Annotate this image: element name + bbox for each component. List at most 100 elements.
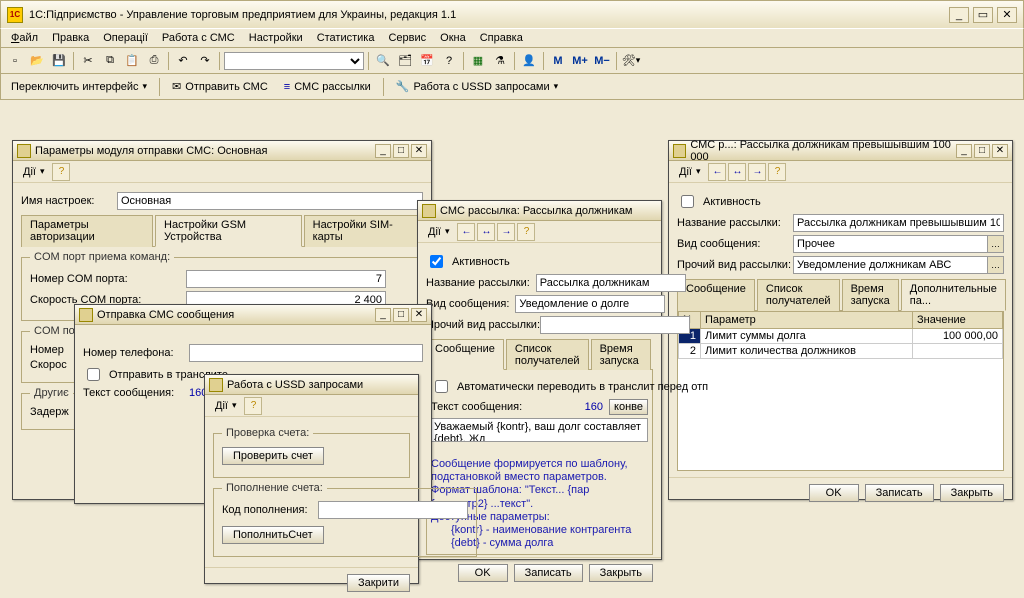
table-row[interactable]: 1Лимит суммы долга100 000,00	[679, 329, 1003, 344]
help-icon[interactable]: ?	[768, 163, 786, 181]
close-button[interactable]: ✕	[997, 7, 1017, 23]
active-checkbox[interactable]	[430, 255, 443, 268]
tab-sim[interactable]: Настройки SIM-карты	[304, 215, 421, 247]
convert-button[interactable]: конве	[609, 399, 648, 415]
copy-icon[interactable]: ⧉	[100, 51, 120, 71]
maximize-button[interactable]: ▭	[973, 7, 993, 23]
help-icon[interactable]: ?	[439, 51, 459, 71]
menu-edit[interactable]: Правка	[46, 30, 95, 46]
undo-icon[interactable]: ↶	[173, 51, 193, 71]
memory-mplus-button[interactable]: M+	[570, 51, 590, 71]
filter-icon[interactable]: ⚗	[490, 51, 510, 71]
menu-help[interactable]: Справка	[474, 30, 529, 46]
message-textarea[interactable]: Уважаемый {kontr}, ваш долг составляет {…	[431, 418, 648, 442]
phone-input[interactable]	[189, 344, 423, 362]
toolbar-combo[interactable]	[224, 52, 364, 70]
menu-operations[interactable]: Операції	[97, 30, 154, 46]
help-icon[interactable]: ?	[517, 223, 535, 241]
topup-button[interactable]: ПополнитьСчет	[222, 526, 324, 544]
find-icon[interactable]: 🔍	[373, 51, 393, 71]
maximize-button[interactable]: □	[974, 144, 990, 158]
type-input[interactable]	[793, 235, 988, 253]
grid-icon[interactable]: ▦	[468, 51, 488, 71]
other-type-input[interactable]	[540, 316, 690, 334]
menu-sms[interactable]: Работа с СМС	[156, 30, 241, 46]
user-icon[interactable]: 👤	[519, 51, 539, 71]
ok-button[interactable]: OK	[809, 484, 859, 502]
other-type-input[interactable]	[793, 256, 988, 274]
tab-extra[interactable]: Дополнительные па...	[901, 279, 1006, 311]
tab-recipients[interactable]: Список получателей	[506, 339, 589, 370]
tab-message[interactable]: Сообщение	[426, 339, 504, 370]
maximize-button[interactable]: □	[393, 308, 409, 322]
close-button[interactable]: Закрыть	[589, 564, 653, 582]
name-input[interactable]	[536, 274, 686, 292]
menu-file[interactable]: ФФайлайл	[5, 30, 44, 46]
minimize-button[interactable]: _	[375, 144, 391, 158]
menu-settings[interactable]: Настройки	[243, 30, 309, 46]
ussd-button[interactable]: 🔧Работа с USSD запросами ▾	[390, 78, 564, 95]
redo-icon[interactable]: ↷	[195, 51, 215, 71]
actions-menu[interactable]: Дії ▾	[673, 164, 706, 180]
other-type-dropdown-icon[interactable]: …	[988, 256, 1004, 274]
calendar-icon[interactable]: 📅	[417, 51, 437, 71]
params-table[interactable]: NПараметрЗначение 1Лимит суммы долга100 …	[678, 311, 1003, 359]
memory-mminus-button[interactable]: M−	[592, 51, 612, 71]
switch-interface-button[interactable]: Переключить интерфейс ▾	[5, 79, 153, 95]
name-input[interactable]	[793, 214, 1004, 232]
type-dropdown-icon[interactable]: …	[988, 235, 1004, 253]
type-input[interactable]	[515, 295, 665, 313]
close-button[interactable]: ✕	[411, 308, 427, 322]
maximize-button[interactable]: □	[393, 144, 409, 158]
close-button[interactable]: Закрити	[347, 574, 410, 592]
actions-menu[interactable]: Дії ▾	[209, 398, 242, 414]
menu-stats[interactable]: Статистика	[311, 30, 381, 46]
nav-both-icon[interactable]: ↔	[728, 163, 746, 181]
tools-icon[interactable]: 🛠▾	[621, 51, 641, 71]
print-icon[interactable]: ⎙	[144, 51, 164, 71]
actions-menu[interactable]: Дії ▾	[17, 164, 50, 180]
nav-both-icon[interactable]: ↔	[477, 223, 495, 241]
nav-left-icon[interactable]: ←	[708, 163, 726, 181]
close-button[interactable]: ✕	[411, 144, 427, 158]
tab-auth[interactable]: Параметры авторизации	[21, 215, 153, 247]
minimize-button[interactable]: _	[949, 7, 969, 23]
tab-message[interactable]: Сообщение	[677, 279, 755, 311]
translit-checkbox[interactable]	[87, 368, 100, 381]
nav-right-icon[interactable]: →	[497, 223, 515, 241]
nav-left-icon[interactable]: ←	[457, 223, 475, 241]
nav-right-icon[interactable]: →	[748, 163, 766, 181]
auto-translit-checkbox[interactable]	[435, 380, 448, 393]
tab-time[interactable]: Время запуска	[591, 339, 651, 370]
help-icon[interactable]: ?	[52, 163, 70, 181]
new-icon[interactable]: ▫	[5, 51, 25, 71]
menu-windows[interactable]: Окна	[434, 30, 472, 46]
tab-time[interactable]: Время запуска	[842, 279, 899, 311]
close-button[interactable]: ✕	[992, 144, 1008, 158]
minimize-button[interactable]: _	[956, 144, 972, 158]
cut-icon[interactable]: ✂	[78, 51, 98, 71]
memory-m-button[interactable]: M	[548, 51, 568, 71]
send-sms-button[interactable]: ✉Отправить СМС	[166, 78, 274, 95]
code-input[interactable]	[318, 501, 468, 519]
paste-icon[interactable]: 📋	[122, 51, 142, 71]
minimize-button[interactable]: _	[375, 308, 391, 322]
save-icon[interactable]: 💾	[49, 51, 69, 71]
name-input[interactable]	[117, 192, 423, 210]
tab-gsm[interactable]: Настройки GSM Устройства	[155, 215, 302, 247]
help-icon[interactable]: ?	[244, 397, 262, 415]
table-row[interactable]: 2Лимит количества должников	[679, 344, 1003, 359]
sms-lists-button[interactable]: ≡СМС рассылки	[278, 79, 377, 95]
save-button[interactable]: Записать	[514, 564, 583, 582]
com-number-input[interactable]	[186, 270, 386, 288]
check-balance-button[interactable]: Проверить счет	[222, 447, 324, 465]
ok-button[interactable]: OK	[458, 564, 508, 582]
save-button[interactable]: Записать	[865, 484, 934, 502]
actions-menu[interactable]: Дії ▾	[422, 224, 455, 240]
calc-icon[interactable]: 🗂	[395, 51, 415, 71]
tab-recipients[interactable]: Список получателей	[757, 279, 840, 311]
active-checkbox[interactable]	[681, 195, 694, 208]
menu-service[interactable]: Сервис	[382, 30, 432, 46]
open-icon[interactable]: 📂	[27, 51, 47, 71]
close-button[interactable]: Закрыть	[940, 484, 1004, 502]
